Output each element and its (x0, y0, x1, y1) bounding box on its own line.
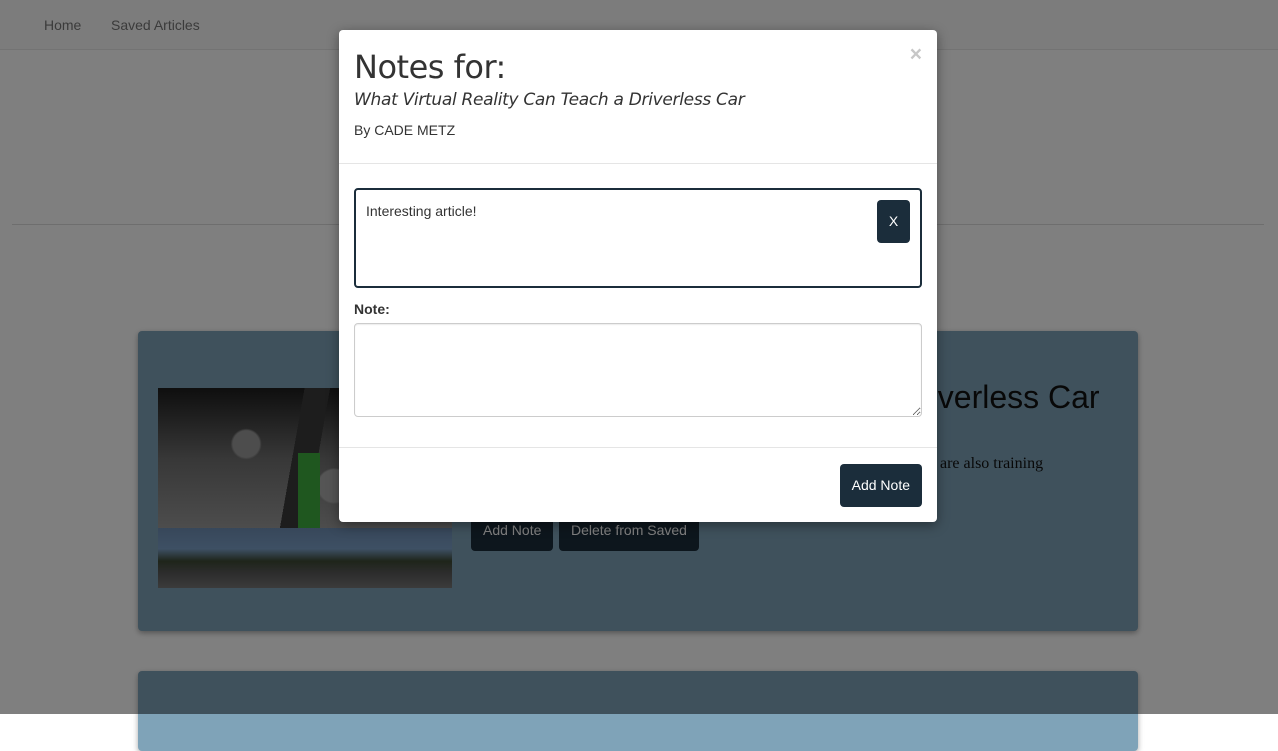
modal-header: × Notes for: What Virtual Reality Can Te… (339, 30, 937, 164)
note-label: Note: (354, 301, 390, 317)
modal-title: Notes for: (354, 48, 506, 86)
modal-footer: Add Note (339, 447, 937, 523)
note-textarea[interactable] (354, 323, 922, 417)
add-note-button[interactable]: Add Note (839, 464, 922, 507)
modal-byline: By CADE METZ (354, 122, 456, 138)
existing-note-text: Interesting article! (366, 203, 477, 219)
delete-note-button[interactable]: X (877, 200, 910, 243)
close-icon[interactable]: × (910, 44, 922, 65)
existing-note: Interesting article! X (354, 188, 922, 288)
notes-modal: × Notes for: What Virtual Reality Can Te… (339, 30, 937, 522)
modal-article-title: What Virtual Reality Can Teach a Driverl… (354, 90, 745, 110)
